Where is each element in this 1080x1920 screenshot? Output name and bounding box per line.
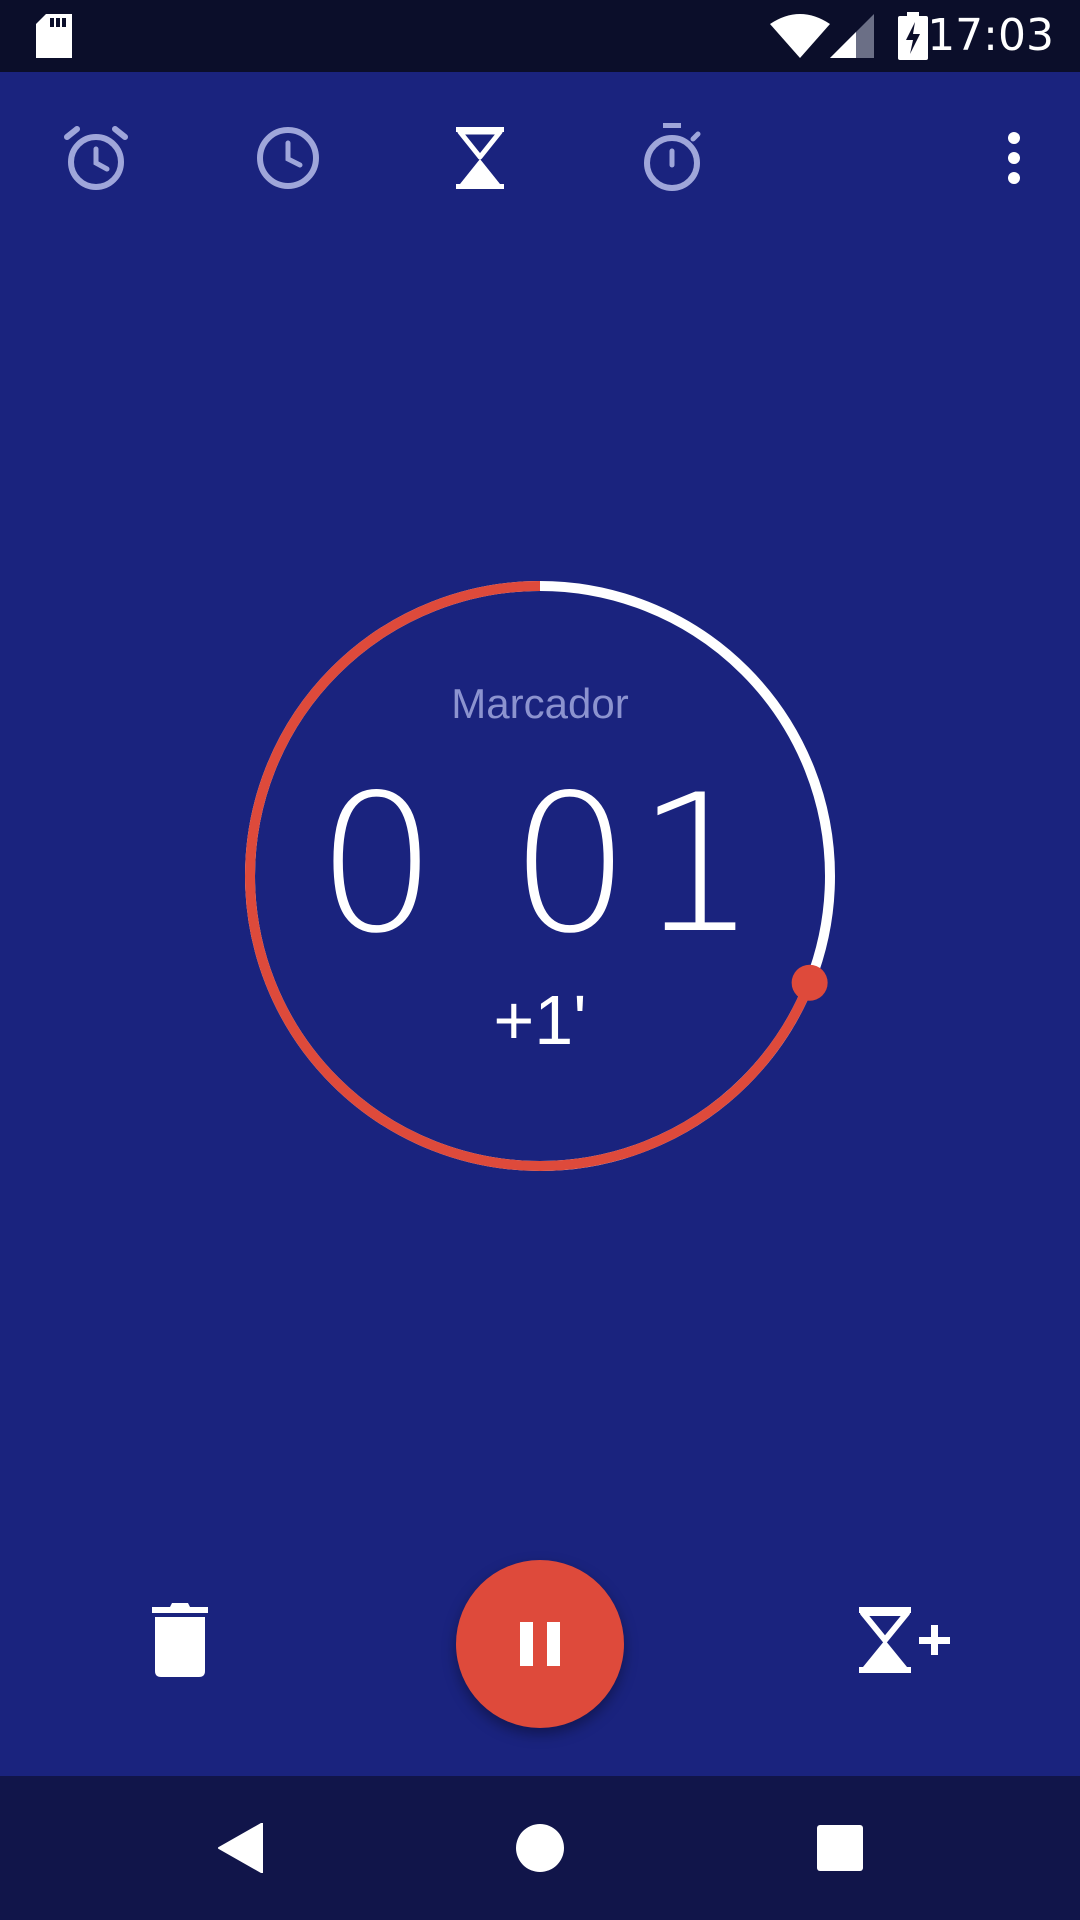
nav-recents-button[interactable] <box>790 1798 890 1898</box>
sd-card-icon <box>36 14 72 58</box>
battery-charging-icon <box>898 12 928 60</box>
tab-clock[interactable] <box>240 110 336 206</box>
home-circle-icon <box>516 1824 564 1872</box>
status-time: 17:03 <box>927 10 1054 61</box>
trash-icon <box>152 1603 208 1677</box>
back-triangle-icon <box>218 1823 263 1873</box>
timer-time-display: 0 01 <box>316 754 764 975</box>
navigation-bar <box>0 1776 1080 1920</box>
tab-alarm[interactable] <box>48 110 144 206</box>
alarm-icon <box>64 126 128 190</box>
pause-button[interactable] <box>456 1560 624 1728</box>
pause-icon <box>520 1622 560 1666</box>
tab-timer[interactable] <box>432 110 528 206</box>
stopwatch-icon <box>644 123 701 191</box>
add-one-minute-button[interactable]: +1' <box>460 980 620 1060</box>
delete-timer-button[interactable] <box>130 1590 230 1690</box>
wifi-icon <box>770 14 830 58</box>
cell-signal-icon <box>830 14 874 58</box>
clock-icon <box>257 127 319 189</box>
overflow-menu-button[interactable] <box>966 110 1062 206</box>
nav-back-button[interactable] <box>190 1798 290 1898</box>
add-timer-icon <box>859 1607 950 1673</box>
recents-square-icon <box>817 1825 863 1871</box>
timer-label[interactable]: Marcador <box>340 674 740 734</box>
nav-home-button[interactable] <box>490 1798 590 1898</box>
ring-progress-marker <box>791 964 828 1001</box>
tab-stopwatch[interactable] <box>624 110 720 206</box>
hourglass-icon <box>456 127 504 189</box>
more-vert-icon <box>1008 132 1020 184</box>
clock-app-screen: 17:03 Marcador 0 01 +1' <box>0 0 1080 1920</box>
add-timer-button[interactable] <box>850 1590 960 1690</box>
status-bar: 17:03 <box>0 0 1080 72</box>
